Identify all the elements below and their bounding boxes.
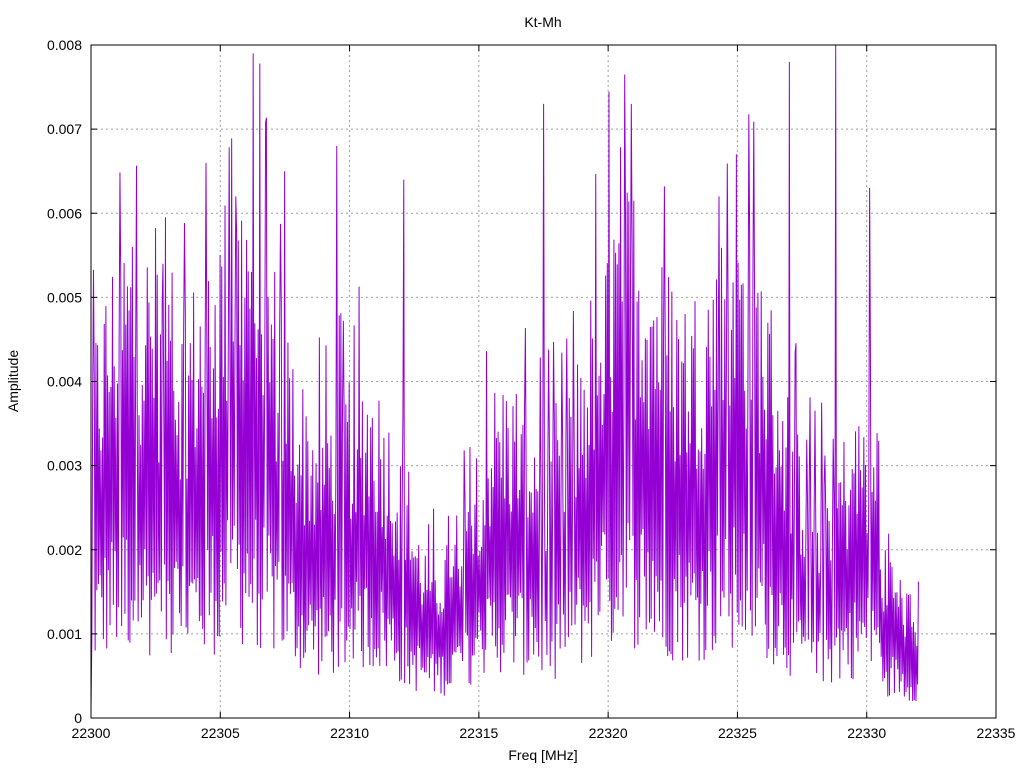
y-tick-label: 0.007	[47, 121, 82, 137]
x-axis-label: Freq [MHz]	[508, 747, 577, 763]
y-tick-label: 0.004	[47, 374, 82, 390]
x-tick-label: 22335	[977, 725, 1016, 741]
x-tick-label: 22305	[201, 725, 240, 741]
y-tick-label: 0.008	[47, 37, 82, 53]
y-tick-label: 0.005	[47, 289, 82, 305]
series-line	[90, 44, 919, 710]
x-tick-label: 22320	[589, 725, 628, 741]
y-tick-label: 0.001	[47, 626, 82, 642]
y-tick-label: 0	[74, 710, 82, 726]
chart-svg: Kt-Mh 22300 22305 22310 22315 22320 22325 2233…	[5, 14, 1016, 763]
y-tick-label: 0.003	[47, 458, 82, 474]
x-tick-label: 22315	[459, 725, 498, 741]
x-tick-label: 22300	[72, 725, 111, 741]
x-tick-label: 22330	[847, 725, 886, 741]
y-tick-label: 0.002	[47, 542, 82, 558]
chart: Kt-Mh 22300 22305 22310 22315 22320 22325 2233…	[0, 0, 1024, 768]
y-tick-label: 0.006	[47, 205, 82, 221]
y-axis-label: Amplitude	[5, 350, 21, 412]
x-tick-label: 22325	[718, 725, 757, 741]
x-tick-label: 22310	[330, 725, 369, 741]
chart-title: Kt-Mh	[524, 14, 561, 30]
series-layer	[90, 44, 919, 710]
